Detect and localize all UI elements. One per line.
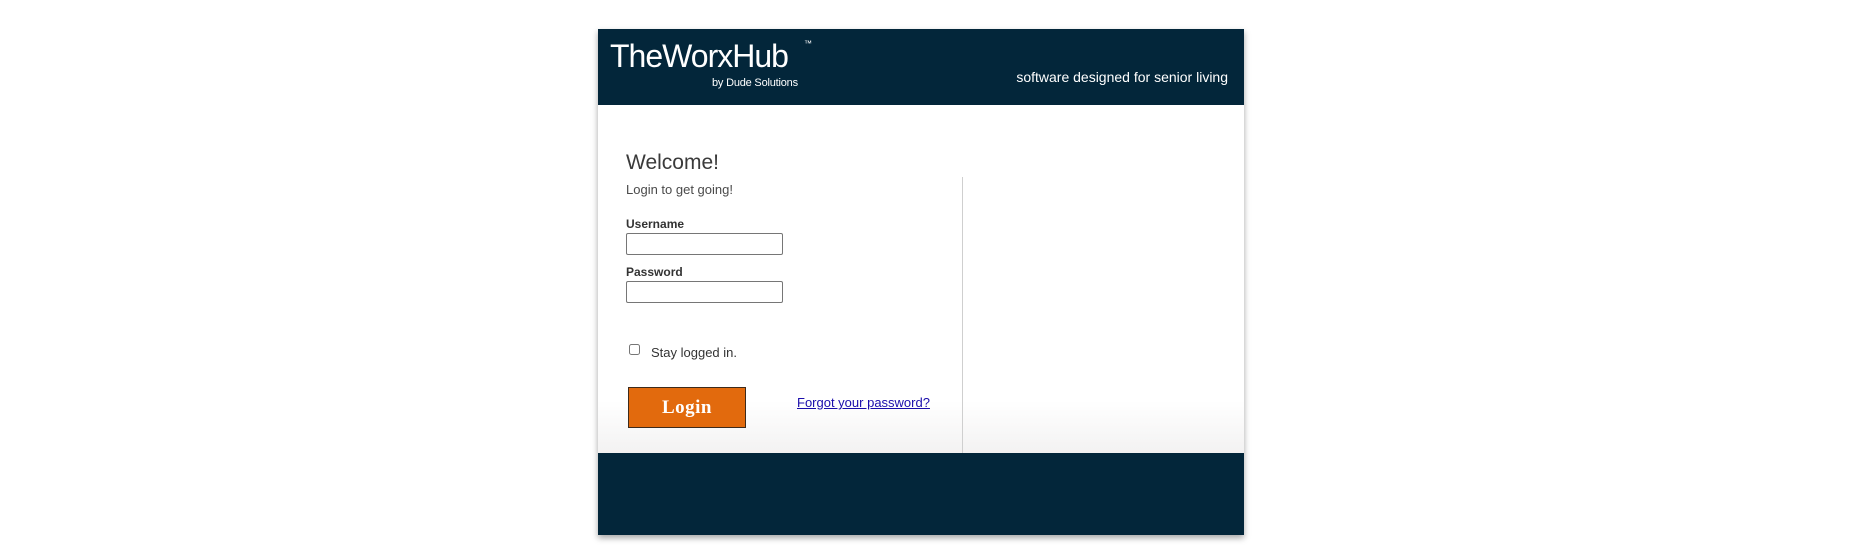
vertical-divider: [962, 177, 963, 453]
username-label: Username: [626, 217, 685, 231]
password-input[interactable]: [626, 281, 783, 303]
logo-byline: by Dude Solutions: [712, 77, 798, 89]
footer-bar: [598, 453, 1244, 535]
stay-logged-in-label[interactable]: Stay logged in.: [651, 345, 737, 360]
username-input[interactable]: [626, 233, 783, 255]
password-label: Password: [626, 265, 683, 279]
login-body: Welcome! Login to get going! Username Pa…: [598, 105, 1244, 453]
login-button[interactable]: Login: [628, 387, 746, 428]
header-bar: TheWorxHub ™ by Dude Solutions software …: [598, 29, 1244, 105]
header-tagline: software designed for senior living: [1016, 69, 1228, 85]
stay-logged-in-checkbox[interactable]: [629, 344, 640, 355]
welcome-subtitle: Login to get going!: [626, 182, 733, 197]
stay-logged-in-checkbox-wrap: [629, 344, 640, 355]
logo-text: TheWorxHub: [610, 38, 789, 74]
welcome-heading: Welcome!: [626, 151, 719, 174]
forgot-password-link[interactable]: Forgot your password?: [797, 395, 930, 410]
app-logo: TheWorxHub ™ by Dude Solutions: [610, 37, 820, 93]
login-card: TheWorxHub ™ by Dude Solutions software …: [598, 29, 1244, 535]
logo-trademark: ™: [804, 39, 812, 48]
